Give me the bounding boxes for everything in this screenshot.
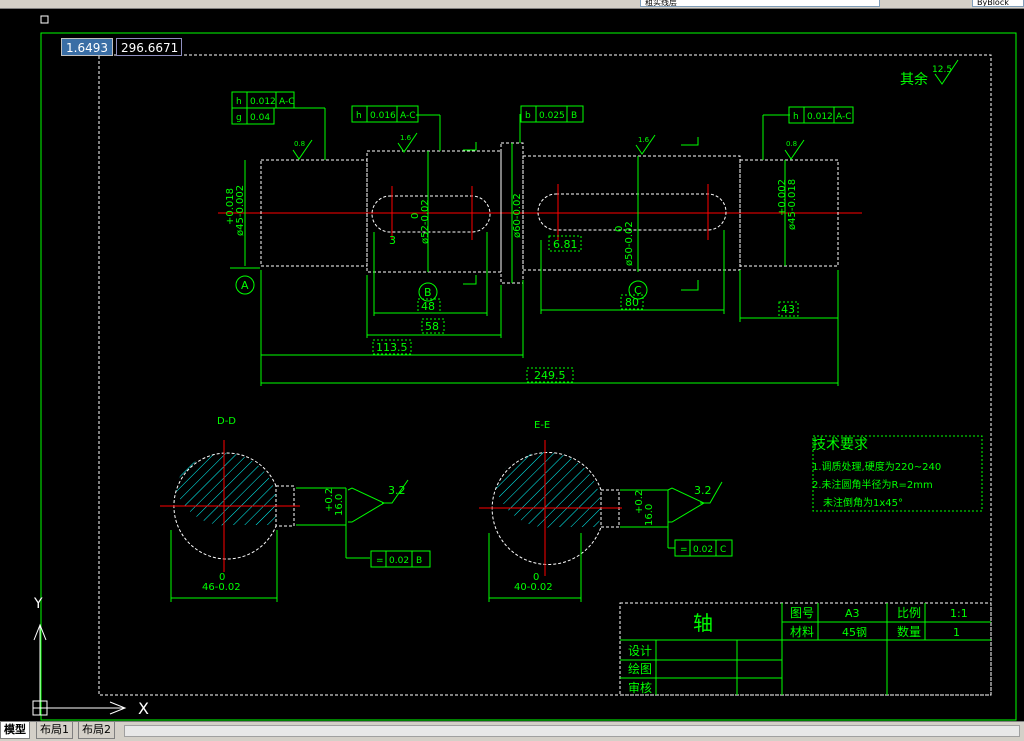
section-e-tol-ref: C [720,545,726,555]
dimension-lines [230,107,839,386]
coord-y-input[interactable]: 296.6671 [116,38,182,56]
roughness-4: 0.8 [786,140,797,148]
datum-c: C [634,284,642,297]
layout-tabbar: 模型 布局1 布局2 [0,721,1024,741]
tol-tm2-val: 0.025 [539,111,565,121]
draw-label: 绘图 [628,661,652,676]
tab-layout2[interactable]: 布局2 [78,722,115,739]
dim-d4-lower: ø50-0.02 [624,221,635,266]
dim-boxes [372,235,799,383]
qty-label: 数量 [897,624,921,639]
ucs-y-label: Y [33,596,43,612]
part-name: 轴 [693,611,713,635]
tol-tm-sym: h [356,111,362,121]
drawing-canvas[interactable]: 其余 12.5 3 6.81 48 58 113.5 80 43 249.5 +… [0,8,1024,721]
tech-req-title: 技术要求 [812,437,868,453]
dim-d3: ø60-0.02 [512,193,523,238]
tol-tr-val: 0.012 [807,112,833,122]
design-label: 设计 [628,644,652,658]
section-d-width: 16.0 [334,494,345,516]
dim-d1-lower: ø45-0.002 [235,185,246,236]
dim-48: 48 [421,300,435,313]
tech-requirements: 技术要求 1.调质处理,硬度为220~240 2.未注圆角半径为R=2mm 未注… [812,435,983,512]
tol-tr-sym: h [793,112,799,122]
material-label: 材料 [790,625,814,639]
section-d-tol-sym: = [376,556,384,566]
tol-tm2-sym: b [525,111,531,121]
section-e-label: E-E [534,420,550,431]
section-d: D-D +0.2 16.0 0 46-0.02 3.2 = 0.02 B [160,416,431,602]
section-e-tol-sym: = [680,545,688,555]
section-d-label: D-D [217,416,236,427]
tol-tm-ref: A-C [400,111,416,121]
tol-tr-ref: A-C [836,112,852,122]
dim-3: 3 [389,234,396,247]
dim-249-5: 249.5 [534,369,566,382]
qty: 1 [953,626,960,639]
dim-113-5: 113.5 [376,341,408,354]
section-e-tol-val: 0.02 [693,545,713,555]
layer-dropdown[interactable]: 粗实线层 [640,0,880,7]
ucs-icon [32,623,127,716]
section-d-tol-val: 0.02 [389,556,409,566]
coord-x-input[interactable]: 1.6493 [61,38,113,56]
linetype-dropdown[interactable]: ByBlock [972,0,1024,7]
tol-tl2-sym: g [236,113,242,123]
grip-icon[interactable] [40,15,49,24]
section-e-roughness: 3.2 [694,484,712,497]
tech-req-3: 未注倒角为1x45° [823,496,903,509]
section-d-roughness: 3.2 [388,484,406,497]
surface-finish-note: 其余 [900,71,928,88]
horizontal-scrollbar[interactable] [124,725,1020,737]
datum-circles [235,275,648,302]
tol-tm2-ref: B [571,111,577,121]
material: 45钢 [842,626,867,639]
drawing-no-label: 图号 [790,606,814,620]
tol-tm-val: 0.016 [370,111,396,121]
roughness-1: 0.8 [294,140,305,148]
tol-tl2-val: 0.04 [250,113,270,123]
paper-border [40,32,1017,721]
dim-6-81: 6.81 [553,238,578,251]
section-d-tol-ref: B [416,556,422,566]
tab-layout1[interactable]: 布局1 [36,722,73,739]
drawing-no: A3 [845,607,860,620]
dim-43: 43 [781,303,795,316]
roughness-3: 1.6 [638,136,650,144]
dim-80: 80 [625,296,639,309]
dimension-texts: 3 6.81 48 58 113.5 80 43 249.5 [376,234,795,382]
tab-model[interactable]: 模型 [0,722,30,739]
scale: 1:1 [950,607,968,620]
section-d-dia: 46-0.02 [202,582,241,593]
section-e: E-E +0.2 16.0 0 40-0.02 3.2 = 0.02 C [479,420,733,602]
tech-req-2: 2.未注圆角半径为R=2mm [812,478,933,491]
roughness-2: 1.6 [400,134,412,142]
tol-tl1-ref: A-C [279,97,295,107]
review-label: 审核 [628,680,652,695]
tol-tl1-val: 0.012 [250,97,276,107]
section-e-dia: 40-0.02 [514,582,553,593]
dim-d2-lower: ø52-0.02 [420,199,431,244]
tech-req-1: 1.调质处理,硬度为220~240 [812,460,941,473]
datum-a: A [241,279,249,292]
datum-b: B [424,286,432,299]
roughness-symbols [292,132,805,160]
dim-d5-lower: ø45-0.018 [787,179,798,230]
roughness-value: 12.5 [932,65,952,75]
tol-tl1-sym: h [236,97,242,107]
dim-58: 58 [425,320,439,333]
ucs-x-label: X [138,699,149,718]
scale-label: 比例 [897,606,921,620]
section-e-width: 16.0 [644,504,655,526]
